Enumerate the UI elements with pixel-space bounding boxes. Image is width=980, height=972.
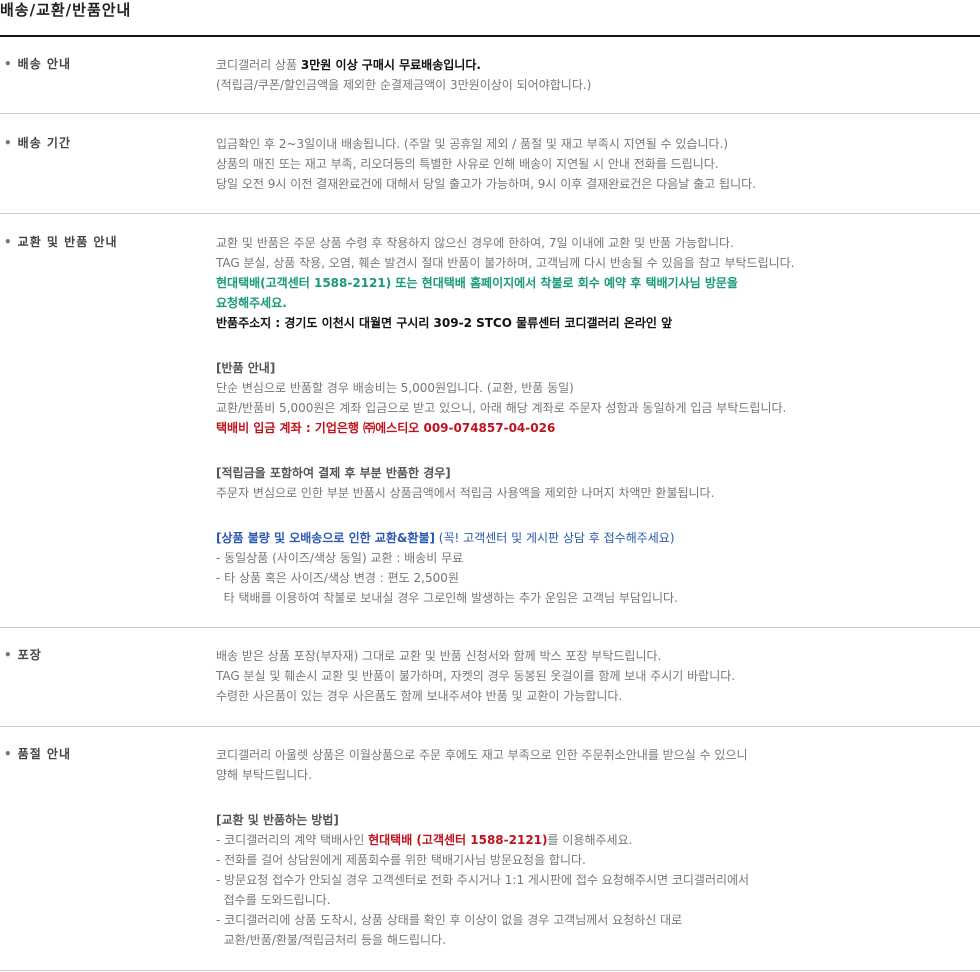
- text-line: 교환/반품비 5,000원은 계좌 입금으로 받고 있으니, 아래 해당 계좌로…: [216, 401, 787, 415]
- section-label-soldout: • 품절 안내: [4, 747, 72, 761]
- return-address: 반품주소지 : 경기도 이천시 대월면 구시리 309-2 STCO 물류센터 …: [216, 316, 673, 330]
- section-period: • 배송 기간 입금확인 후 2~3일이내 배송됩니다. (주말 및 공휴일 제외…: [0, 114, 980, 214]
- defect-title: [상품 불량 및 오배송으로 인한 교환&환불] (꼭! 고객센터 및 게시판 …: [216, 531, 675, 545]
- text-line: - 타 상품 혹은 사이즈/색상 변경 : 편도 2,500원: [216, 571, 459, 585]
- section-body-shipping: 코디갤러리 상품 3만원 이상 구매시 무료배송입니다. (적립금/쿠폰/할인금…: [216, 37, 980, 95]
- text-line: 당일 오전 9시 이전 결재완료건에 대해서 당일 출고가 가능하며, 9시 이…: [216, 177, 756, 191]
- partial-return-title: [적립금을 포함하여 결제 후 부분 반품한 경우]: [216, 466, 451, 480]
- courier-notice: 요청해주세요.: [216, 296, 287, 310]
- text-line: 코디갤러리 상품 3만원 이상 구매시 무료배송입니다.: [216, 58, 481, 72]
- section-label-packing: • 포장: [4, 648, 42, 662]
- text-line: 상품의 매진 또는 재고 부족, 리오더등의 특별한 사유로 인해 배송이 지연…: [216, 157, 719, 171]
- text-line: 교환/반품/환불/적립금처리 등을 해드립니다.: [216, 933, 446, 947]
- section-label-shipping: • 배송 안내: [4, 57, 72, 71]
- section-body-soldout: 코디갤러리 아울렛 상품은 이월상품으로 주문 후에도 재고 부족으로 인한 주…: [216, 727, 980, 950]
- text-line: (적립금/쿠폰/할인금액을 제외한 순결제금액이 3만원이상이 되어야합니다.): [216, 78, 592, 92]
- text-line: TAG 분실 및 훼손시 교환 및 반품이 불가하며, 자켓의 경우 동봉된 옷…: [216, 669, 736, 683]
- return-title: [반품 안내]: [216, 361, 276, 375]
- text-line: 입금확인 후 2~3일이내 배송됩니다. (주말 및 공휴일 제외 / 품절 및…: [216, 137, 729, 151]
- section-exchange: • 교환 및 반품 안내 교환 및 반품은 주문 상품 수령 후 착용하지 않으신…: [0, 214, 980, 628]
- bullet-icon: •: [4, 235, 13, 249]
- bullet-icon: •: [4, 747, 13, 761]
- bullet-icon: •: [4, 136, 13, 150]
- text-line: 교환 및 반품은 주문 상품 수령 후 착용하지 않으신 경우에 한하여, 7일…: [216, 236, 734, 250]
- text-line: - 동일상품 (사이즈/색상 동일) 교환 : 배송비 무료: [216, 551, 464, 565]
- text-line: 수령한 사은품이 있는 경우 사은품도 함께 보내주셔야 반품 및 교환이 가능…: [216, 689, 623, 703]
- section-shipping: • 배송 안내 코디갤러리 상품 3만원 이상 구매시 무료배송입니다. (적립금…: [0, 37, 980, 114]
- text-line: 양해 부탁드립니다.: [216, 768, 312, 782]
- section-body-period: 입금확인 후 2~3일이내 배송됩니다. (주말 및 공휴일 제외 / 품절 및…: [216, 114, 980, 194]
- text-line: 코디갤러리 아울렛 상품은 이월상품으로 주문 후에도 재고 부족으로 인한 주…: [216, 748, 748, 762]
- text-line: 접수를 도와드립니다.: [216, 893, 331, 907]
- section-body-exchange: 교환 및 반품은 주문 상품 수령 후 착용하지 않으신 경우에 한하여, 7일…: [216, 214, 980, 608]
- courier-notice: 현대택배(고객센터 1588-2121) 또는 현대택배 홈페이지에서 착불로 …: [216, 276, 738, 290]
- bank-account: 택배비 입금 계좌 : 기업은행 ㈜에스티오 009-074857-04-026: [216, 421, 556, 435]
- text-line: 단순 변심으로 반품할 경우 배송비는 5,000원입니다. (교환, 반품 동…: [216, 381, 574, 395]
- bullet-icon: •: [4, 648, 13, 662]
- text-line: 주문자 변심으로 인한 부분 반품시 상품금액에서 적립금 사용액을 제외한 나…: [216, 486, 715, 500]
- text-line: - 코디갤러리의 계약 택배사인 현대택배 (고객센터 1588-2121)를 …: [216, 833, 633, 847]
- bullet-icon: •: [4, 57, 13, 71]
- text-line: - 전화를 걸어 상담원에게 제품회수를 위한 택배기사님 방문요청을 합니다.: [216, 853, 586, 867]
- method-title: [교환 및 반품하는 방법]: [216, 813, 339, 827]
- section-soldout: • 품절 안내 코디갤러리 아울렛 상품은 이월상품으로 주문 후에도 재고 부족…: [0, 727, 980, 971]
- text-line: 타 택배를 이용하여 착불로 보내실 경우 그로인해 발생하는 추가 운임은 고…: [216, 591, 678, 605]
- text-line: TAG 분실, 상품 착용, 오염, 훼손 발견시 절대 반품이 불가하며, 고…: [216, 256, 795, 270]
- text-line: - 코디갤러리에 상품 도착시, 상품 상태를 확인 후 이상이 없을 경우 고…: [216, 913, 683, 927]
- section-label-period: • 배송 기간: [4, 136, 72, 150]
- text-line: 배송 받은 상품 포장(부자재) 그대로 교환 및 반품 신청서와 함께 박스 …: [216, 649, 662, 663]
- section-label-exchange: • 교환 및 반품 안내: [4, 235, 118, 249]
- section-body-packing: 배송 받은 상품 포장(부자재) 그대로 교환 및 반품 신청서와 함께 박스 …: [216, 628, 980, 706]
- page-title: 배송/교환/반품안내: [0, 0, 980, 37]
- text-line: - 방문요청 접수가 안되실 경우 고객센터로 전화 주시거나 1:1 게시판에…: [216, 873, 750, 887]
- section-packing: • 포장 배송 받은 상품 포장(부자재) 그대로 교환 및 반품 신청서와 함께…: [0, 628, 980, 727]
